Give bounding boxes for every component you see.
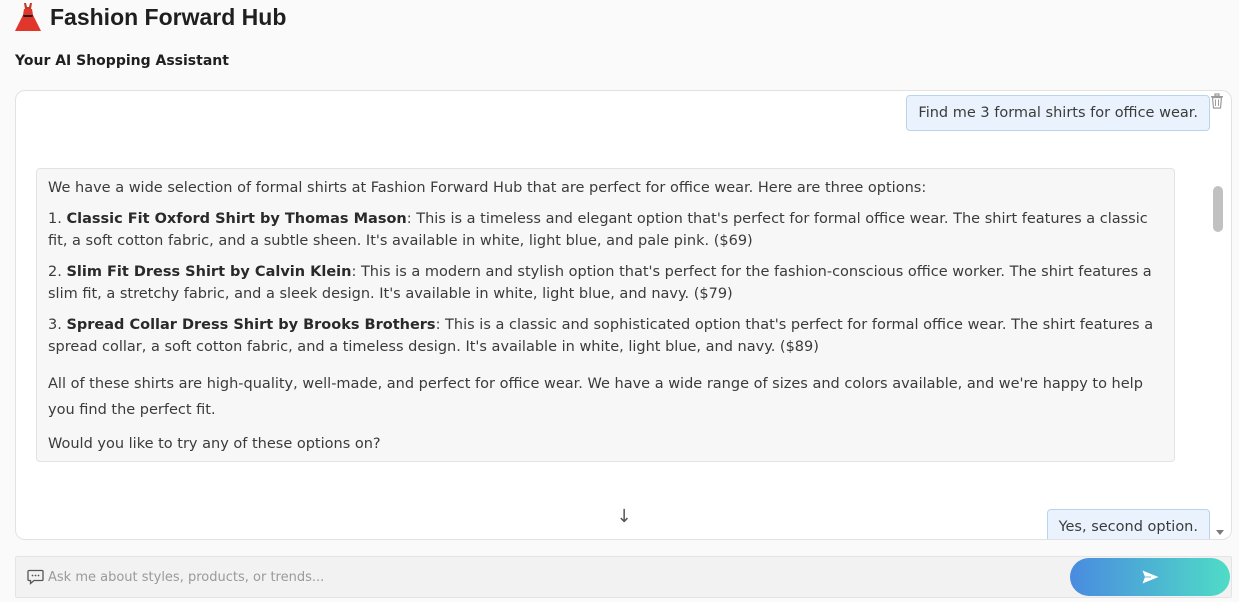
assistant-summary: All of these shirts are high-quality, we… — [48, 375, 1143, 418]
trash-icon[interactable] — [1210, 93, 1224, 109]
app-title: Fashion Forward Hub — [14, 2, 286, 32]
scrollbar-down-arrow-icon[interactable] — [1216, 530, 1224, 535]
chat-panel[interactable]: Find me 3 formal shirts for office wear.… — [15, 90, 1232, 540]
option-item: 2. Slim Fit Dress Shirt by Calvin Klein:… — [48, 261, 1163, 306]
assistant-message: We have a wide selection of formal shirt… — [36, 168, 1175, 462]
app-title-text: Fashion Forward Hub — [50, 3, 287, 30]
option-number: 3. — [48, 316, 62, 333]
user-message: Yes, second option. — [1046, 509, 1210, 539]
chat-input-bar — [15, 556, 1232, 598]
scrollbar-thumb[interactable] — [1213, 186, 1223, 232]
option-name: Spread Collar Dress Shirt by Brooks Brot… — [66, 316, 436, 333]
send-button[interactable] — [1070, 558, 1230, 596]
option-number: 2. — [48, 263, 62, 280]
assistant-closing: Would you like to try any of these optio… — [48, 435, 381, 452]
user-message: Find me 3 formal shirts for office wear. — [906, 95, 1210, 131]
app-subtitle: Your AI Shopping Assistant — [15, 53, 229, 69]
assistant-intro: We have a wide selection of formal shirt… — [48, 180, 927, 196]
send-icon — [1142, 570, 1158, 584]
chat-input[interactable] — [48, 563, 1058, 591]
option-name: Classic Fit Oxford Shirt by Thomas Mason — [66, 210, 407, 227]
chat-bubble-icon — [27, 569, 44, 585]
scroll-to-bottom-button[interactable]: ↓ — [615, 506, 633, 527]
option-item: 3. Spread Collar Dress Shirt by Brooks B… — [48, 314, 1163, 359]
dress-icon — [15, 3, 41, 31]
option-name: Slim Fit Dress Shirt by Calvin Klein — [66, 263, 352, 280]
option-item: 1. Classic Fit Oxford Shirt by Thomas Ma… — [48, 208, 1163, 253]
option-number: 1. — [48, 210, 62, 227]
